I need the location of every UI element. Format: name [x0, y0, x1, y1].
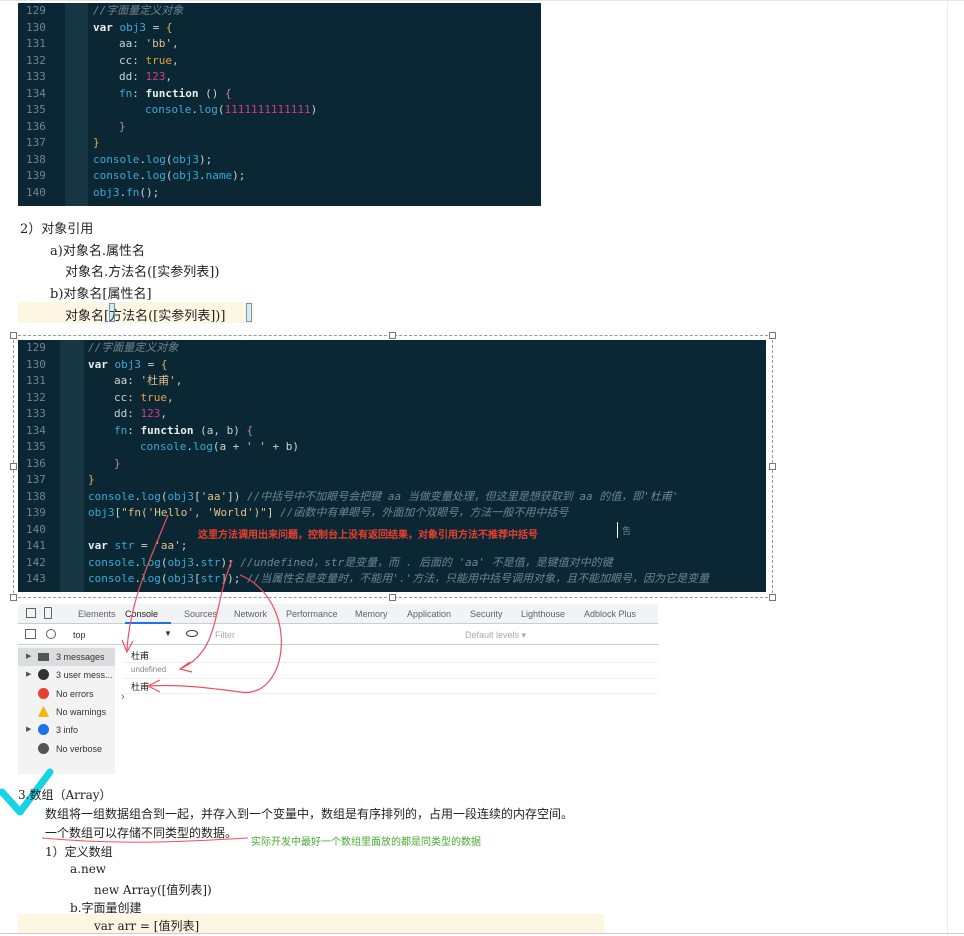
array-method-b-code: var arr = [值列表] — [94, 919, 200, 933]
red-arrow-1 — [126, 514, 169, 651]
array-method-a: a.new — [70, 862, 107, 876]
red-arrow-2 — [181, 559, 233, 669]
array-method-a-code: new Array([值列表]) — [94, 883, 212, 897]
red-arrow-3 — [149, 574, 282, 693]
array-paragraph-1: 数组将一组数据组合到一起，并存入到一个变量中，数组是有序排列的，占用一段连续的内… — [45, 807, 574, 821]
section-heading-array: 3.数组（Array） — [18, 788, 112, 802]
array-note-green: 实际开发中最好一个数组里面放的都是同类型的数据 — [251, 837, 481, 848]
define-array-heading: 1）定义数组 — [45, 845, 113, 859]
hand-drawn-arrows — [0, 514, 282, 843]
array-paragraph-2: 一个数组可以存储不同类型的数据。 — [45, 826, 238, 840]
bottom-rule — [0, 933, 964, 934]
